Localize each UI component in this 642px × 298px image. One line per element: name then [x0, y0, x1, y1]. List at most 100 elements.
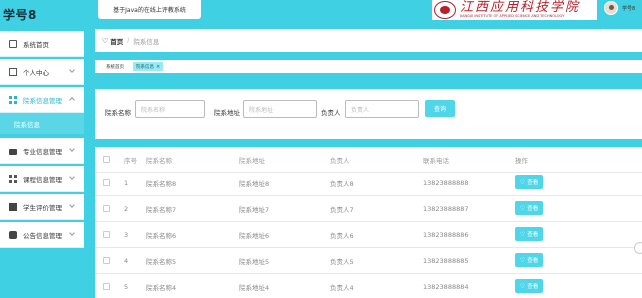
school-name-en: JIANGXI INSTITUTE OF APPLIED SCIENCE AND…: [460, 14, 565, 18]
scroll-indicator[interactable]: [634, 242, 642, 254]
select-all-checkbox[interactable]: [103, 156, 110, 163]
breadcrumb-separator: /: [127, 37, 130, 44]
sidebar-item-course-management[interactable]: 课程信息管理: [0, 166, 84, 192]
chevron-up-icon: [69, 97, 75, 103]
chevron-down-icon: [69, 202, 75, 208]
view-label: 查看: [527, 206, 539, 212]
sidebar-item-evaluation-management[interactable]: 学生评价管理: [0, 194, 84, 220]
avatar[interactable]: [604, 1, 618, 15]
search-button[interactable]: 查询: [425, 100, 455, 117]
row-checkbox[interactable]: [103, 231, 110, 238]
grid-icon: [9, 95, 17, 104]
sidebar: 学号8 系统首页 个人中心 院系信息管理 院系信息 专业信息管理 课程信息管理 …: [0, 0, 84, 298]
department-name-input[interactable]: 院系名称: [135, 100, 205, 118]
cell-index: 1: [124, 178, 129, 187]
row-checkbox[interactable]: [103, 257, 110, 264]
sidebar-item-label: 课程信息管理: [23, 175, 62, 184]
cell-head: 负责人7: [330, 205, 354, 214]
cell-phone: 13823888888: [423, 178, 469, 187]
cell-name: 院系名称8: [146, 179, 177, 188]
sidebar-item-label: 个人中心: [23, 68, 49, 77]
cell-name: 院系名称5: [146, 257, 177, 266]
cell-head: 负责人6: [330, 231, 354, 240]
department-address-input[interactable]: 院系地址: [243, 100, 317, 118]
header-address: 院系地址: [239, 156, 265, 165]
chevron-down-icon: [69, 146, 75, 152]
view-label: 查看: [527, 284, 539, 290]
sidebar-subitem-department-info[interactable]: 院系信息: [0, 113, 84, 134]
sidebar-item-notice-management[interactable]: 公告信息管理: [0, 222, 84, 248]
row-checkbox[interactable]: [103, 205, 110, 212]
sidebar-item-home[interactable]: 系统首页: [0, 31, 84, 57]
table-row: 5 院系名称4 院系地址4 负责人4 13823888884 ♡ 查看: [95, 274, 642, 298]
book-icon: [9, 202, 17, 211]
view-label: 查看: [527, 180, 539, 186]
cell-address: 院系地址8: [239, 179, 270, 188]
cell-index: 5: [124, 282, 129, 291]
home-icon: [9, 39, 17, 48]
table-row: 4 院系名称5 院系地址5 负责人5 13823888885 ♡ 查看: [95, 248, 642, 274]
cell-index: 4: [124, 256, 129, 265]
head-label: 负责人: [321, 109, 341, 117]
view-button[interactable]: ♡ 查看: [515, 201, 543, 215]
cell-phone: 13823888886: [423, 230, 469, 239]
sidebar-item-department-management[interactable]: 院系信息管理: [0, 87, 84, 113]
header-phone: 联系电话: [423, 156, 449, 165]
cell-address: 院系地址5: [239, 257, 270, 266]
tabs-bar: 系统首页 院系信息 ×: [95, 60, 642, 73]
view-label: 查看: [527, 232, 539, 238]
tab-home[interactable]: 系统首页: [103, 62, 127, 71]
cell-name: 院系名称7: [146, 205, 177, 214]
close-icon[interactable]: ×: [156, 64, 160, 70]
table-row: 3 院系名称6 院系地址6 负责人6 13823888886 ♡ 查看: [95, 222, 642, 248]
cell-address: 院系地址6: [239, 231, 270, 240]
brand-title: 学号8: [3, 8, 37, 22]
view-icon: ♡: [519, 204, 526, 212]
sidebar-item-major-management[interactable]: 专业信息管理: [0, 138, 84, 164]
cell-name: 院系名称6: [146, 231, 177, 240]
sidebar-item-label: 院系信息管理: [23, 96, 62, 105]
cell-phone: 13823888885: [423, 256, 469, 265]
cell-name: 院系名称4: [146, 283, 177, 292]
head-input[interactable]: 负责人: [345, 100, 419, 118]
school-seal-icon: [434, 1, 456, 19]
cell-address: 院系地址4: [239, 283, 270, 292]
cell-head: 负责人5: [330, 257, 354, 266]
cell-address: 院系地址7: [239, 205, 270, 214]
chat-icon: [9, 230, 17, 239]
system-title: 基于Java的在线上评教系统: [98, 0, 201, 19]
sidebar-item-label: 系统首页: [23, 40, 49, 49]
view-button[interactable]: ♡ 查看: [515, 175, 543, 189]
view-icon: ♡: [519, 178, 526, 186]
header-head: 负责人: [330, 156, 350, 165]
heart-icon: ♡: [102, 36, 109, 45]
view-label: 查看: [527, 258, 539, 264]
search-panel: 院系名称 院系名称 院系地址 院系地址 负责人 负责人 查询: [95, 89, 642, 139]
view-button[interactable]: ♡ 查看: [515, 253, 543, 267]
row-checkbox[interactable]: [103, 283, 110, 290]
tab-department-info[interactable]: 院系信息 ×: [133, 62, 164, 71]
row-checkbox[interactable]: [103, 179, 110, 186]
view-icon: ♡: [519, 256, 526, 264]
cell-head: 负责人4: [330, 283, 354, 292]
school-name-cn: 江西应用科技学院: [460, 0, 581, 15]
cell-phone: 13823888887: [423, 204, 469, 213]
sidebar-item-personal-center[interactable]: 个人中心: [0, 59, 84, 85]
sidebar-subitem-label: 院系信息: [14, 120, 40, 129]
school-logo: 江西应用科技学院 JIANGXI INSTITUTE OF APPLIED SC…: [432, 0, 597, 20]
view-icon: ♡: [519, 230, 526, 238]
user-name[interactable]: 学号8: [622, 5, 635, 12]
grid-icon: [9, 174, 17, 183]
breadcrumb-home[interactable]: 首页: [110, 36, 123, 46]
header-index: 序号: [124, 156, 137, 165]
cell-head: 负责人8: [330, 179, 354, 188]
view-button[interactable]: ♡ 查看: [515, 279, 543, 293]
department-table: 序号 院系名称 院系地址 负责人 联系电话 操作 1 院系名称8 院系地址8 负…: [95, 147, 642, 298]
department-address-label: 院系地址: [214, 109, 240, 117]
chevron-down-icon: [69, 230, 75, 236]
sidebar-item-label: 学生评价管理: [23, 203, 62, 212]
header-name: 院系名称: [146, 156, 172, 165]
tab-label: 系统首页: [106, 64, 124, 70]
view-button[interactable]: ♡ 查看: [515, 227, 543, 241]
table-row: 1 院系名称8 院系地址8 负责人8 13823888888 ♡ 查看: [95, 170, 642, 196]
